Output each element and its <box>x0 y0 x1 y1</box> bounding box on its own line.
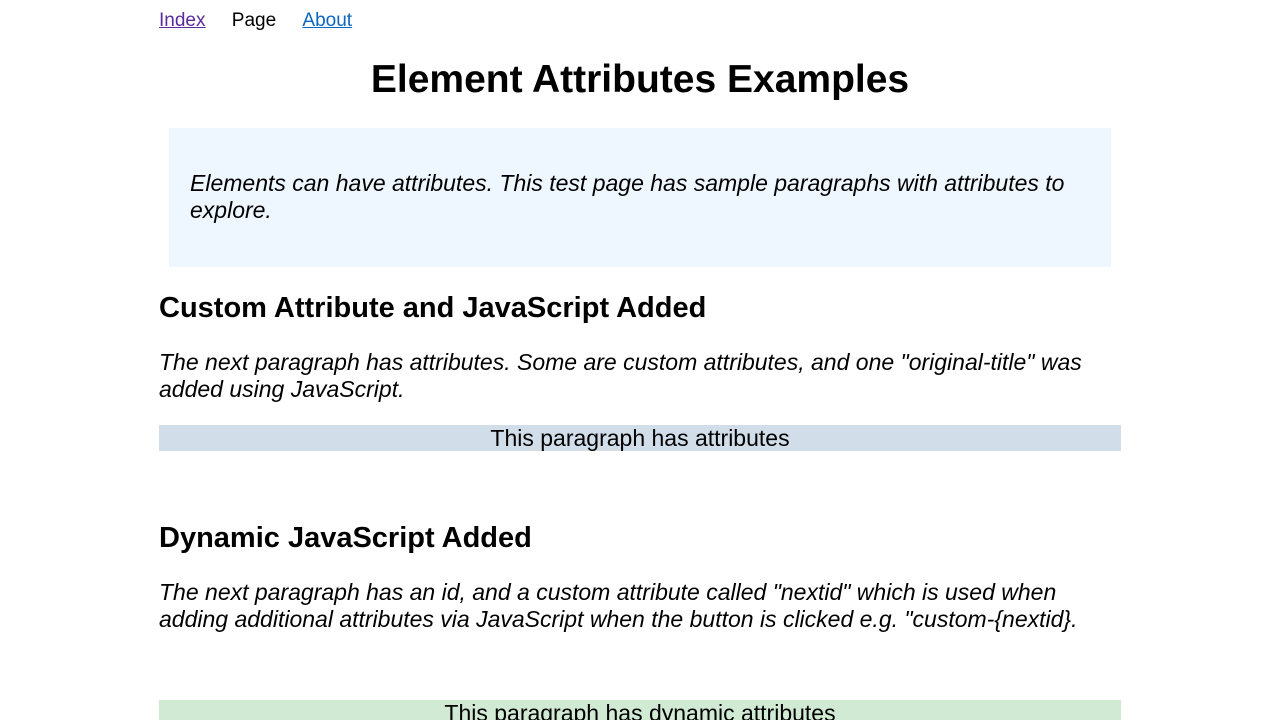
section-description-custom-attributes: The next paragraph has attributes. Some … <box>159 349 1082 402</box>
top-nav: Index Page About <box>159 9 373 33</box>
page-title: Element Attributes Examples <box>370 58 910 101</box>
attributes-paragraph: This paragraph has attributes <box>159 425 1121 451</box>
section-description-dynamic-javascript: The next paragraph has an id, and a cust… <box>159 579 1078 632</box>
section-heading-dynamic-javascript: Dynamic JavaScript Added <box>159 522 532 554</box>
nav-item-page: Page <box>231 10 277 31</box>
nav-link-about[interactable]: About <box>302 9 352 33</box>
explanation-box: Elements can have attributes. This test … <box>169 128 1111 267</box>
dynamic-attributes-paragraph: This paragraph has dynamic attributes <box>159 700 1121 720</box>
section-heading-custom-attributes: Custom Attribute and JavaScript Added <box>159 292 707 324</box>
explanation-text: Elements can have attributes. This test … <box>190 170 1065 223</box>
nav-link-index[interactable]: Index <box>159 9 205 33</box>
